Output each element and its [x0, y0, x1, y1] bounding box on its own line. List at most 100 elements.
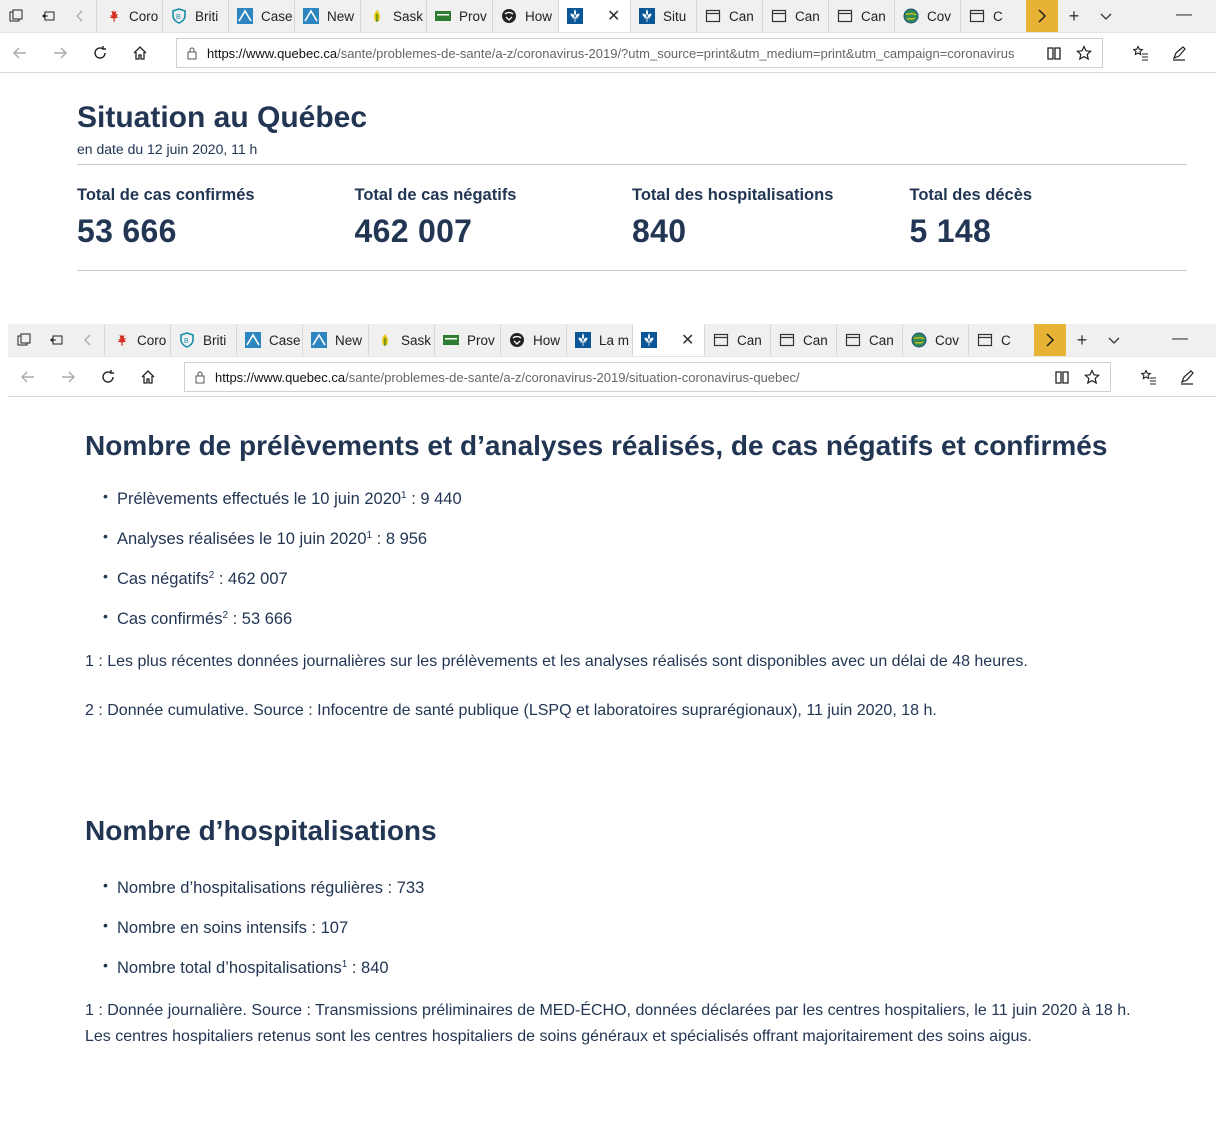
list-item: • Nombre total d’hospitalisations1 : 840: [103, 957, 389, 977]
alberta-icon: [311, 332, 327, 348]
favorites-hub-icon[interactable]: [1141, 369, 1157, 385]
tab[interactable]: Situ: [630, 0, 696, 32]
tab[interactable]: La m: [566, 324, 632, 356]
url-text: https://www.quebec.ca/sante/problemes-de…: [215, 369, 800, 385]
tab[interactable]: Coro: [104, 324, 170, 356]
tab[interactable]: Cov: [894, 0, 960, 32]
tab[interactable]: Can: [828, 0, 894, 32]
back-button[interactable]: [8, 357, 48, 397]
globe-icon: [911, 332, 927, 348]
scroll-tabs-left-icon[interactable]: [72, 324, 104, 356]
back-button[interactable]: [0, 33, 40, 73]
set-aside-tabs-icon[interactable]: [40, 324, 72, 356]
tab[interactable]: ✕: [632, 324, 704, 356]
tab[interactable]: C: [960, 0, 1026, 32]
tab[interactable]: Can: [696, 0, 762, 32]
window-icon: [969, 8, 985, 24]
footnote: 2 : Donnée cumulative. Source : Infocent…: [85, 702, 937, 719]
refresh-button[interactable]: [88, 357, 128, 397]
tab[interactable]: Can: [836, 324, 902, 356]
tab[interactable]: Can: [770, 324, 836, 356]
list-item: • Prélèvements effectués le 10 juin 20201…: [103, 488, 462, 508]
tab-bar: Coro B Briti Case New Sask Prov How La m ✕ Can Can C…: [8, 324, 1216, 357]
tab[interactable]: How: [492, 0, 558, 32]
maple-leaf-icon: [105, 8, 121, 24]
home-button[interactable]: [128, 357, 168, 397]
stat-negative: Total de cas négatifs 462 007: [355, 185, 633, 265]
tab-label: Cov: [935, 332, 960, 348]
pen-notes-icon[interactable]: [1171, 45, 1187, 61]
tab-label: Can: [869, 332, 894, 348]
tab-label: Situ: [663, 8, 687, 24]
svg-text:B: B: [184, 338, 189, 345]
divider: [77, 164, 1187, 165]
address-bar-row: https://www.quebec.ca/sante/problemes-de…: [8, 357, 1216, 397]
tab[interactable]: New: [294, 0, 360, 32]
tab[interactable]: Can: [762, 0, 828, 32]
tab[interactable]: Cov: [902, 324, 968, 356]
favorites-hub-icon[interactable]: [1133, 45, 1149, 61]
sask-icon: [369, 8, 385, 24]
minimize-button[interactable]: —: [1172, 330, 1188, 348]
forward-button[interactable]: [48, 357, 88, 397]
minimize-button[interactable]: —: [1176, 6, 1192, 24]
scroll-tabs-right-button[interactable]: [1026, 0, 1058, 32]
tab[interactable]: C: [968, 324, 1034, 356]
list-item: • Analyses réalisées le 10 juin 20201 : 8…: [103, 528, 428, 548]
tab-actions-icon[interactable]: [8, 324, 40, 356]
set-aside-tabs-icon[interactable]: [32, 0, 64, 32]
home-button[interactable]: [120, 33, 160, 73]
globe-icon: [903, 8, 919, 24]
bc-shield-icon: B: [179, 332, 195, 348]
close-tab-icon[interactable]: ✕: [607, 6, 620, 26]
tab[interactable]: B Briti: [162, 0, 228, 32]
tab-label: Cov: [927, 8, 952, 24]
tab[interactable]: B Briti: [170, 324, 236, 356]
stat-label: Total de cas négatifs: [354, 186, 517, 204]
tab[interactable]: How: [500, 324, 566, 356]
scroll-tabs-left-icon[interactable]: [64, 0, 96, 32]
tab-list-chevron-icon[interactable]: [1090, 0, 1122, 32]
tab[interactable]: Prov: [426, 0, 492, 32]
tab[interactable]: Prov: [434, 324, 500, 356]
tab[interactable]: Sask: [360, 0, 426, 32]
close-tab-icon[interactable]: ✕: [681, 330, 694, 350]
lock-icon[interactable]: [177, 46, 207, 60]
tab-label: Prov: [459, 8, 487, 24]
page-title: Situation au Québec: [77, 101, 368, 134]
tab[interactable]: Case: [228, 0, 294, 32]
new-tab-button[interactable]: +: [1058, 0, 1090, 32]
forward-button[interactable]: [40, 33, 80, 73]
url-field[interactable]: https://www.quebec.ca/sante/problemes-de…: [176, 38, 1103, 68]
window-icon: [977, 332, 993, 348]
tab-label: Case: [261, 8, 293, 24]
refresh-button[interactable]: [80, 33, 120, 73]
reading-view-icon[interactable]: [1046, 45, 1062, 61]
favorite-star-icon[interactable]: [1076, 45, 1092, 61]
tab-label: How: [533, 332, 561, 348]
stat-hospitalizations: Total des hospitalisations 840: [632, 185, 910, 265]
tab[interactable]: New: [302, 324, 368, 356]
quebec-fleur-icon: [567, 8, 583, 24]
favorite-star-icon[interactable]: [1084, 369, 1100, 385]
window-icon: [705, 8, 721, 24]
tab-label: Coro: [137, 332, 167, 348]
tab[interactable]: ✕: [558, 0, 630, 32]
reading-view-icon[interactable]: [1054, 369, 1070, 385]
tab[interactable]: Can: [704, 324, 770, 356]
new-tab-button[interactable]: +: [1066, 324, 1098, 356]
lock-icon[interactable]: [185, 370, 215, 384]
tab[interactable]: Case: [236, 324, 302, 356]
tab[interactable]: Coro: [96, 0, 162, 32]
tab-actions-icon[interactable]: [0, 0, 32, 32]
quebec-fleur-icon: [575, 332, 591, 348]
scroll-tabs-right-button[interactable]: [1034, 324, 1066, 356]
tab-label: Can: [861, 8, 886, 24]
tab-label: C: [993, 8, 1003, 24]
tab-list-chevron-icon[interactable]: [1098, 324, 1130, 356]
pen-notes-icon[interactable]: [1179, 369, 1195, 385]
window-icon: [845, 332, 861, 348]
alberta-icon: [245, 332, 261, 348]
url-field[interactable]: https://www.quebec.ca/sante/problemes-de…: [184, 362, 1111, 392]
tab[interactable]: Sask: [368, 324, 434, 356]
